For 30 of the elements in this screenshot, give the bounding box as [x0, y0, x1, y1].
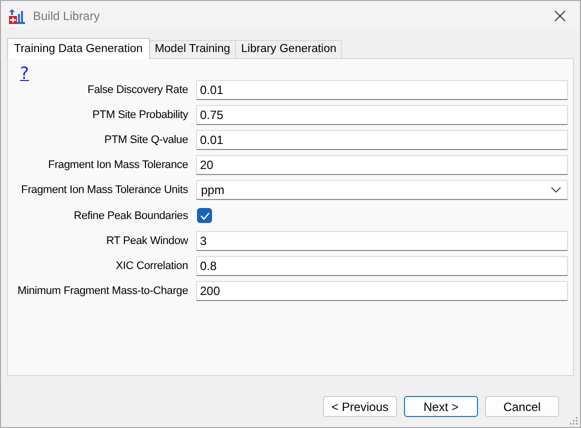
- field-label: Fragment Ion Mass Tolerance: [47, 159, 188, 171]
- field-label: Minimum Fragment Mass-to-Charge: [16, 285, 188, 297]
- tab[interactable]: Training Data Generation: [7, 38, 150, 59]
- resize-grip-icon[interactable]: [570, 417, 578, 425]
- dialog-button[interactable]: Cancel: [485, 396, 559, 417]
- close-icon[interactable]: [554, 10, 566, 22]
- help-link[interactable]: ?: [18, 65, 32, 83]
- dialog-button[interactable]: Next >: [404, 396, 478, 417]
- input-field[interactable]: 0.8: [196, 256, 568, 276]
- chevron-down-icon: [551, 187, 561, 193]
- tab[interactable]: Library Generation: [235, 40, 342, 58]
- window-title: Build Library: [33, 8, 101, 22]
- input-field[interactable]: 200: [196, 281, 568, 301]
- input-field[interactable]: 3: [196, 231, 568, 251]
- input-field[interactable]: 0.01: [196, 80, 568, 100]
- input-field[interactable]: 0.75: [196, 105, 568, 125]
- checkbox[interactable]: [197, 208, 212, 223]
- field-label: Refine Peak Boundaries: [72, 210, 188, 222]
- input-field[interactable]: 0.01: [196, 130, 568, 150]
- dialog-button[interactable]: < Previous: [323, 396, 397, 417]
- field-label: RT Peak Window: [105, 235, 188, 247]
- field-label: Fragment Ion Mass Tolerance Units: [20, 184, 188, 196]
- field-label: PTM Site Q-value: [103, 134, 188, 146]
- dropdown[interactable]: ppm: [196, 180, 568, 200]
- field-label: XIC Correlation: [114, 260, 188, 272]
- field-label: False Discovery Rate: [86, 84, 188, 96]
- check-icon: [200, 212, 210, 220]
- field-label: PTM Site Probability: [91, 109, 188, 121]
- input-field[interactable]: 20: [196, 155, 568, 175]
- app-logo-icon: [9, 8, 25, 24]
